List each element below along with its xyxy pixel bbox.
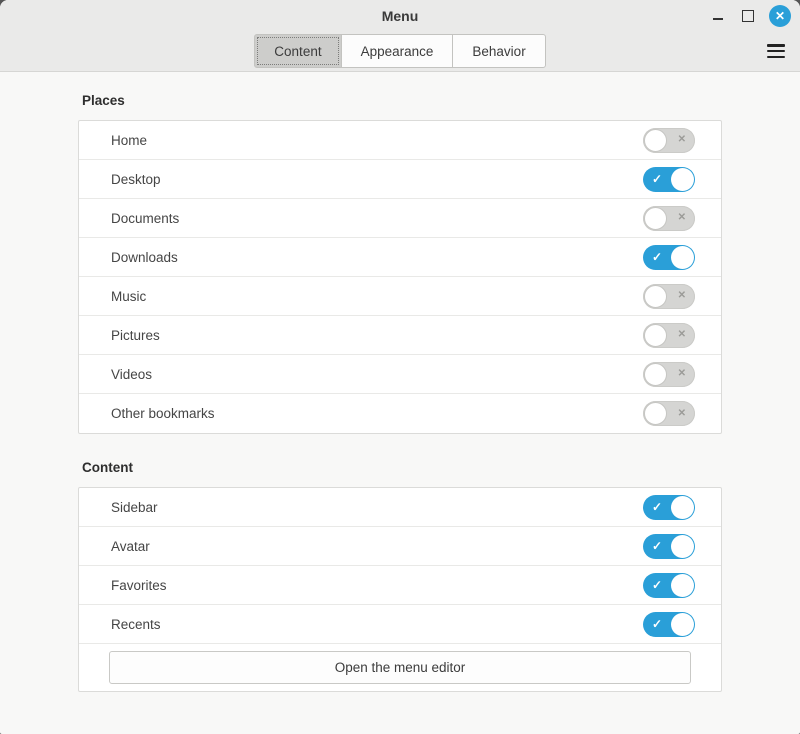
- switch-state-icon: ✕: [678, 135, 686, 145]
- settings-section: Content Sidebar ✓ Avatar ✓ Favorites ✓ R…: [78, 460, 722, 692]
- toggle-switch-home[interactable]: ✕: [643, 128, 695, 153]
- tab-group: ContentAppearanceBehavior: [254, 34, 545, 68]
- toolbar: ContentAppearanceBehavior: [0, 31, 800, 71]
- toggle-switch-desktop[interactable]: ✓: [643, 167, 695, 192]
- switch-knob: [644, 402, 667, 425]
- maximize-icon: [742, 10, 754, 22]
- switch-state-icon: ✕: [678, 213, 686, 223]
- close-button[interactable]: ✕: [769, 5, 791, 27]
- section-title: Places: [82, 93, 722, 108]
- switch-state-icon: ✓: [652, 501, 662, 513]
- toggle-switch-music[interactable]: ✕: [643, 284, 695, 309]
- settings-section: Places Home ✕ Desktop ✓ Documents ✕ Down…: [78, 93, 722, 434]
- tab-behavior[interactable]: Behavior: [452, 34, 545, 68]
- switch-knob: [671, 246, 694, 269]
- settings-row: Pictures ✕: [79, 316, 721, 355]
- switch-state-icon: ✓: [652, 251, 662, 263]
- switch-knob: [671, 613, 694, 636]
- hamburger-menu-button[interactable]: [767, 44, 785, 58]
- tab-content[interactable]: Content: [254, 34, 341, 68]
- row-label: Documents: [111, 211, 179, 226]
- window-controls: ✕: [709, 0, 791, 31]
- switch-state-icon: ✕: [678, 330, 686, 340]
- open-menu-editor-button[interactable]: Open the menu editor: [109, 651, 691, 684]
- settings-row: Home ✕: [79, 121, 721, 160]
- minimize-button[interactable]: [709, 7, 727, 25]
- minimize-icon: [713, 18, 723, 20]
- switch-state-icon: ✓: [652, 618, 662, 630]
- toggle-switch-avatar[interactable]: ✓: [643, 534, 695, 559]
- toggle-switch-other-bookmarks[interactable]: ✕: [643, 401, 695, 426]
- switch-knob: [671, 496, 694, 519]
- switch-state-icon: ✓: [652, 173, 662, 185]
- window-title: Menu: [382, 8, 419, 24]
- settings-row: Favorites ✓: [79, 566, 721, 605]
- hamburger-icon: [767, 50, 785, 53]
- toggle-switch-recents[interactable]: ✓: [643, 612, 695, 637]
- switch-knob: [671, 535, 694, 558]
- switch-state-icon: ✓: [652, 579, 662, 591]
- switch-state-icon: ✓: [652, 540, 662, 552]
- section-title: Content: [82, 460, 722, 475]
- toggle-switch-favorites[interactable]: ✓: [643, 573, 695, 598]
- row-label: Sidebar: [111, 500, 158, 515]
- hamburger-icon: [767, 56, 785, 59]
- settings-row: Recents ✓: [79, 605, 721, 644]
- maximize-button[interactable]: [739, 7, 757, 25]
- settings-card: Sidebar ✓ Avatar ✓ Favorites ✓ Recents ✓…: [78, 487, 722, 692]
- switch-knob: [671, 168, 694, 191]
- row-label: Home: [111, 133, 147, 148]
- toggle-switch-videos[interactable]: ✕: [643, 362, 695, 387]
- settings-row: Sidebar ✓: [79, 488, 721, 527]
- switch-knob: [644, 129, 667, 152]
- row-label: Other bookmarks: [111, 406, 215, 421]
- settings-row: Documents ✕: [79, 199, 721, 238]
- hamburger-icon: [767, 44, 785, 47]
- row-label: Avatar: [111, 539, 150, 554]
- switch-state-icon: ✕: [678, 369, 686, 379]
- settings-card: Home ✕ Desktop ✓ Documents ✕ Downloads ✓…: [78, 120, 722, 434]
- row-label: Pictures: [111, 328, 160, 343]
- switch-knob: [644, 285, 667, 308]
- toggle-switch-downloads[interactable]: ✓: [643, 245, 695, 270]
- titlebar: Menu ✕: [0, 0, 800, 31]
- settings-row: Desktop ✓: [79, 160, 721, 199]
- settings-row: Avatar ✓: [79, 527, 721, 566]
- toggle-switch-pictures[interactable]: ✕: [643, 323, 695, 348]
- settings-row: Videos ✕: [79, 355, 721, 394]
- switch-knob: [671, 574, 694, 597]
- menu-settings-window: Menu ✕ ContentAppearanceBehavior Places …: [0, 0, 800, 734]
- settings-row: Other bookmarks ✕: [79, 394, 721, 433]
- row-label: Favorites: [111, 578, 167, 593]
- window-header: Menu ✕ ContentAppearanceBehavior: [0, 0, 800, 72]
- switch-knob: [644, 363, 667, 386]
- toggle-switch-documents[interactable]: ✕: [643, 206, 695, 231]
- card-footer-row: Open the menu editor: [79, 644, 721, 691]
- tab-appearance[interactable]: Appearance: [341, 34, 454, 68]
- settings-row: Downloads ✓: [79, 238, 721, 277]
- row-label: Recents: [111, 617, 161, 632]
- switch-state-icon: ✕: [678, 291, 686, 301]
- toggle-switch-sidebar[interactable]: ✓: [643, 495, 695, 520]
- switch-state-icon: ✕: [678, 409, 686, 419]
- switch-knob: [644, 324, 667, 347]
- close-icon: ✕: [775, 10, 785, 22]
- switch-knob: [644, 207, 667, 230]
- settings-content: Places Home ✕ Desktop ✓ Documents ✕ Down…: [0, 72, 800, 734]
- row-label: Videos: [111, 367, 152, 382]
- row-label: Downloads: [111, 250, 178, 265]
- row-label: Music: [111, 289, 146, 304]
- settings-row: Music ✕: [79, 277, 721, 316]
- row-label: Desktop: [111, 172, 161, 187]
